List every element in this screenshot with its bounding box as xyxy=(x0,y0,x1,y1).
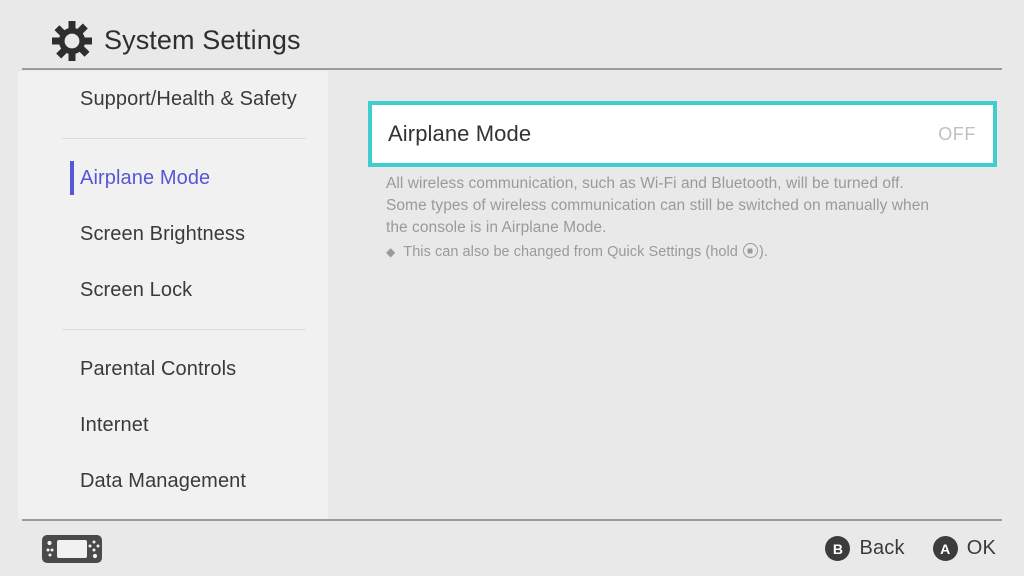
nintendo-switch-console-icon xyxy=(42,533,102,565)
setting-note: ◆ This can also be changed from Quick Se… xyxy=(386,243,966,260)
sidebar-group-divider xyxy=(62,329,306,330)
footer-bar: B Back A OK xyxy=(0,521,1024,576)
a-button-icon: A xyxy=(932,536,958,561)
note-text-before: This can also be changed from Quick Sett… xyxy=(403,244,738,260)
sidebar-item-label: Internet xyxy=(80,413,149,436)
airplane-mode-setting-row[interactable]: Airplane Mode OFF xyxy=(368,101,997,167)
sidebar-item-screen-brightness[interactable]: Screen Brightness xyxy=(18,206,328,262)
note-text-after: ). xyxy=(758,244,768,260)
b-button-icon: B xyxy=(825,536,851,561)
gear-icon xyxy=(50,19,94,63)
main-content: Airplane Mode OFF All wireless communica… xyxy=(328,71,1024,519)
sidebar-item-parental-controls[interactable]: Parental Controls xyxy=(18,341,328,397)
setting-description: All wireless communication, such as Wi-F… xyxy=(386,175,930,236)
footer-actions: B Back A OK xyxy=(825,521,996,576)
sidebar-item-label: Support/Health & Safety xyxy=(80,87,297,110)
sidebar-item-airplane-mode[interactable]: Airplane Mode xyxy=(18,150,328,206)
sidebar-item-label: Data Management xyxy=(80,469,247,492)
diamond-bullet-icon: ◆ xyxy=(386,245,396,259)
header-divider xyxy=(22,68,1002,70)
selection-accent-bar xyxy=(70,161,74,195)
home-button-icon xyxy=(742,243,758,258)
sidebar-item-data-management[interactable]: Data Management xyxy=(18,453,328,509)
page-title: System Settings xyxy=(104,25,301,55)
note-text: This can also be changed from Quick Sett… xyxy=(403,243,768,260)
sidebar-item-screen-lock[interactable]: Screen Lock xyxy=(18,262,328,318)
sidebar: Support/Health & Safety Airplane Mode Sc… xyxy=(18,71,328,519)
ok-button[interactable]: A OK xyxy=(932,536,996,561)
header-bar: System Settings xyxy=(0,0,1024,70)
setting-name: Airplane Mode xyxy=(388,121,532,146)
back-button-label: Back xyxy=(859,537,905,559)
status-badge: OFF xyxy=(938,123,976,144)
back-button[interactable]: B Back xyxy=(825,536,905,561)
ok-button-label: OK xyxy=(966,537,996,559)
sidebar-item-internet[interactable]: Internet xyxy=(18,397,328,453)
sidebar-item-label: Screen Lock xyxy=(80,278,193,301)
sidebar-nav-list: Support/Health & Safety Airplane Mode Sc… xyxy=(18,71,328,509)
sidebar-item-label: Parental Controls xyxy=(80,357,237,380)
sidebar-item-support-health-safety[interactable]: Support/Health & Safety xyxy=(18,71,328,127)
sidebar-group-divider xyxy=(62,138,306,139)
sidebar-item-label: Airplane Mode xyxy=(80,166,211,189)
sidebar-item-label: Screen Brightness xyxy=(80,222,246,245)
